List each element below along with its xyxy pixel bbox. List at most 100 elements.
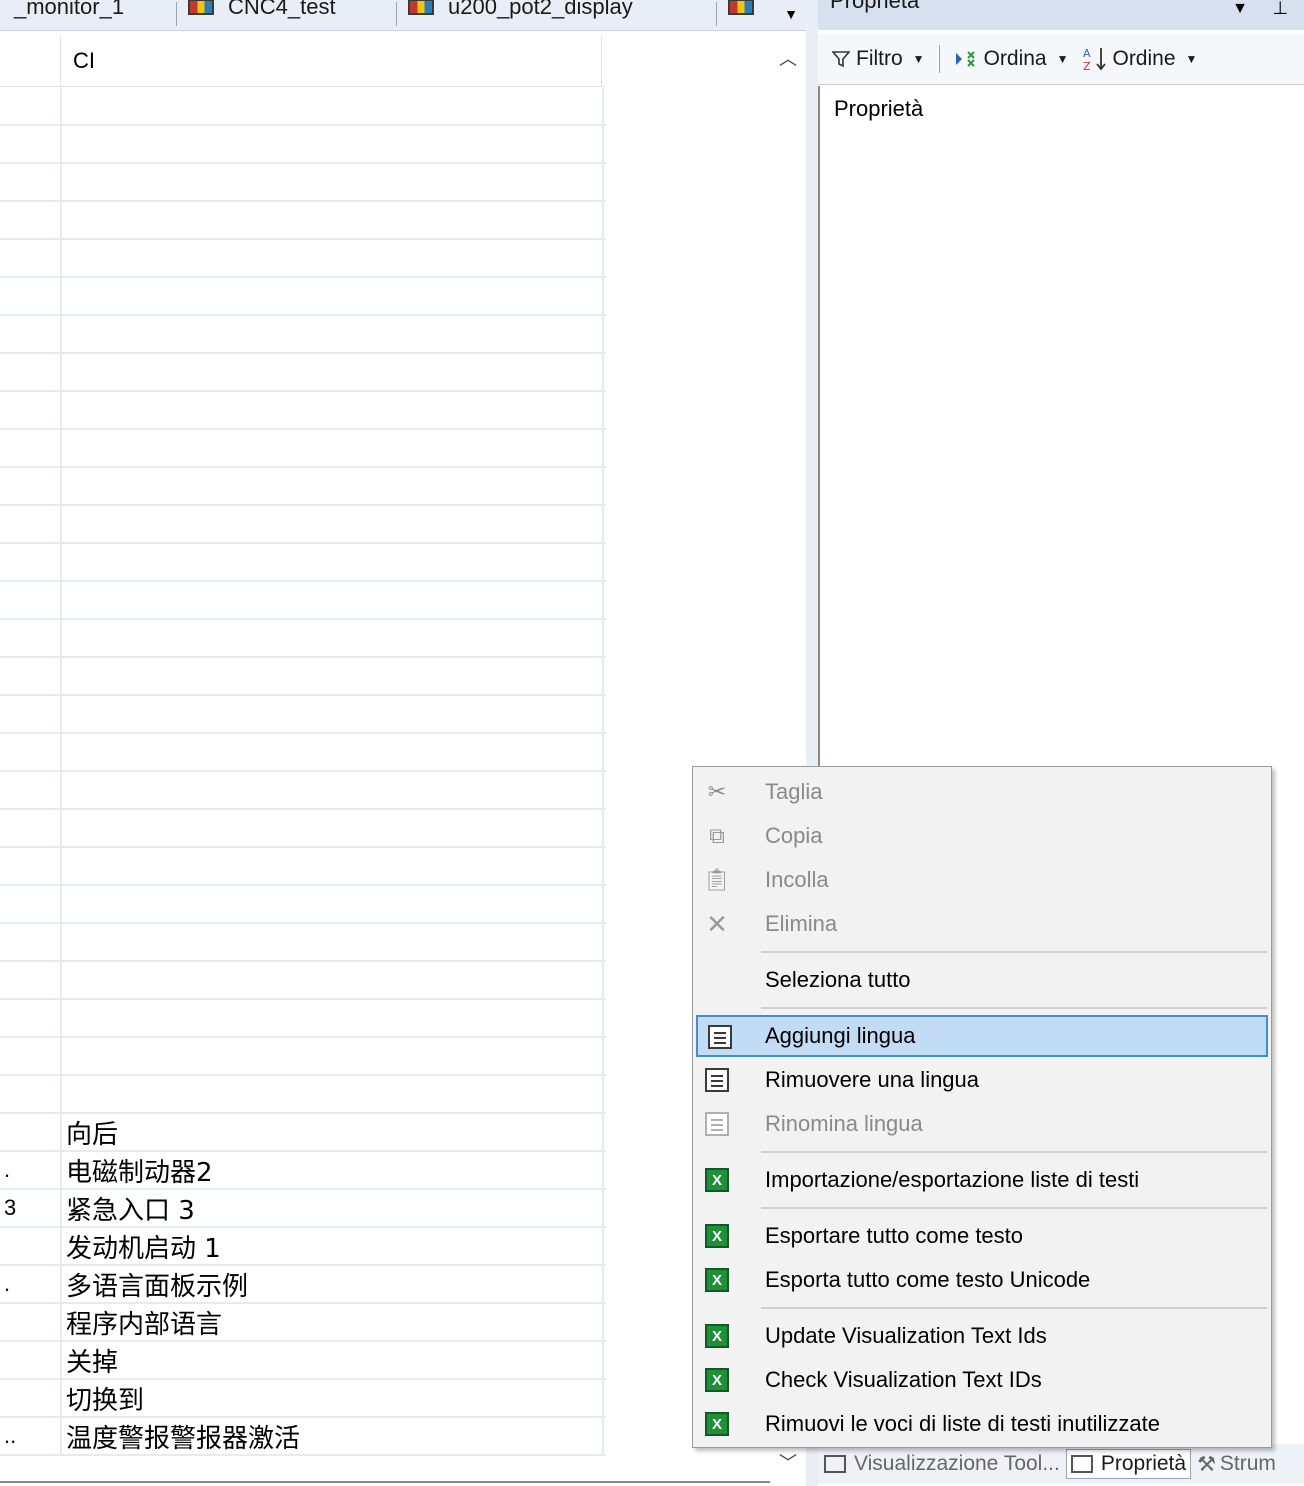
cell-id[interactable]	[0, 848, 60, 884]
cell-id[interactable]	[0, 886, 60, 922]
table-row[interactable]	[0, 202, 606, 240]
cell-id[interactable]	[0, 354, 60, 390]
cell-ci-text[interactable]	[60, 544, 604, 580]
table-row[interactable]	[0, 1076, 606, 1114]
cell-ci-text[interactable]	[60, 620, 604, 656]
menu-item-select-all[interactable]: Seleziona tutto	[695, 960, 1269, 1000]
table-row[interactable]	[0, 1000, 606, 1038]
table-row[interactable]	[0, 278, 606, 316]
table-row[interactable]: 3 紧急入口 3	[0, 1190, 606, 1228]
cell-ci-text[interactable]	[60, 1076, 604, 1112]
menu-item-paste[interactable]: 📋︎ Incolla	[695, 860, 1269, 900]
menu-item-rename-language[interactable]: Rinomina lingua	[695, 1104, 1269, 1144]
cell-id[interactable]	[0, 1342, 60, 1378]
table-row[interactable]	[0, 962, 606, 1000]
cell-id[interactable]	[0, 924, 60, 960]
table-row[interactable]	[0, 392, 606, 430]
filter-button[interactable]: Filtro ▼	[832, 47, 925, 71]
tab-properties[interactable]: Proprietà	[1065, 1449, 1192, 1479]
table-row[interactable]: 发动机启动 1	[0, 1228, 606, 1266]
cell-id[interactable]	[0, 658, 60, 694]
cell-ci-text[interactable]	[60, 1000, 604, 1036]
cell-id[interactable]	[0, 316, 60, 352]
cell-id[interactable]	[0, 1228, 60, 1264]
pin-icon[interactable]: ⊥	[1272, 0, 1288, 19]
cell-id[interactable]	[0, 1380, 60, 1416]
table-row[interactable]	[0, 126, 606, 164]
cell-ci-text[interactable]	[60, 886, 604, 922]
sort-button[interactable]: Ordina ▼	[954, 47, 1068, 71]
table-row[interactable]	[0, 924, 606, 962]
table-row[interactable]	[0, 164, 606, 202]
table-row[interactable]: 切换到	[0, 1380, 606, 1418]
cell-ci-text[interactable]	[60, 696, 604, 732]
table-row[interactable]	[0, 886, 606, 924]
table-row[interactable]	[0, 430, 606, 468]
cell-ci-text[interactable]	[60, 962, 604, 998]
menu-item-copy[interactable]: ⧉ Copia	[695, 816, 1269, 856]
doc-tab-cnc4-test[interactable]: CNC4_test	[188, 0, 336, 26]
cell-ci-text[interactable]	[60, 126, 604, 162]
cell-id[interactable]: 3	[0, 1190, 60, 1226]
cell-id[interactable]	[0, 734, 60, 770]
cell-ci-text[interactable]	[60, 430, 604, 466]
table-row[interactable]: 程序内部语言	[0, 1304, 606, 1342]
menu-item-export-all-unicode[interactable]: X Esporta tutto come testo Unicode	[695, 1260, 1269, 1300]
doc-tab-u200-pot2-display[interactable]: u200_pot2_display	[408, 0, 633, 26]
table-row[interactable]: . 多语言面板示例	[0, 1266, 606, 1304]
menu-item-remove-language[interactable]: Rimuovere una lingua	[695, 1060, 1269, 1100]
doc-tab-monitor[interactable]: _monitor_1	[14, 0, 124, 26]
menu-item-import-export-text-lists[interactable]: X Importazione/esportazione liste di tes…	[695, 1160, 1269, 1200]
table-row[interactable]	[0, 734, 606, 772]
cell-id[interactable]	[0, 1000, 60, 1036]
table-row[interactable]	[0, 772, 606, 810]
table-row[interactable]: . 电磁制动器2	[0, 1152, 606, 1190]
cell-ci-text[interactable]	[60, 1038, 604, 1074]
tab-tools[interactable]: ⚒ Strum	[1197, 1452, 1276, 1477]
cell-id[interactable]: .	[0, 1152, 60, 1188]
menu-item-add-language[interactable]: Aggiungi lingua	[696, 1015, 1268, 1057]
cell-id[interactable]	[0, 1114, 60, 1150]
cell-ci-text[interactable]	[60, 202, 604, 238]
cell-id[interactable]	[0, 88, 60, 124]
menu-item-remove-unused-text-list-entries[interactable]: X Rimuovi le voci di liste di testi inut…	[695, 1404, 1269, 1444]
cell-id[interactable]	[0, 468, 60, 504]
menu-item-cut[interactable]: ✂ Taglia	[695, 772, 1269, 812]
table-row[interactable]: .. 温度警报警报器激活	[0, 1418, 606, 1456]
cell-id[interactable]	[0, 582, 60, 618]
table-row[interactable]	[0, 848, 606, 886]
tab-visualization-toolbox[interactable]: Visualizzazione Tool...	[824, 1452, 1060, 1476]
table-row[interactable]: 关掉	[0, 1342, 606, 1380]
doc-tab-more[interactable]	[728, 0, 768, 26]
cell-ci-text[interactable]	[60, 658, 604, 694]
menu-item-update-visualization-text-ids[interactable]: X Update Visualization Text Ids	[695, 1316, 1269, 1356]
cell-id[interactable]	[0, 962, 60, 998]
cell-id[interactable]	[0, 544, 60, 580]
cell-id[interactable]	[0, 772, 60, 808]
table-row[interactable]	[0, 696, 606, 734]
cell-ci-text[interactable]: 温度警报警报器激活	[60, 1418, 604, 1454]
tab-list-dropdown[interactable]: ▼	[780, 2, 802, 26]
cell-ci-text[interactable]	[60, 506, 604, 542]
cell-ci-text[interactable]	[60, 772, 604, 808]
cell-ci-text[interactable]: 程序内部语言	[60, 1304, 604, 1340]
cell-id[interactable]	[0, 430, 60, 466]
table-row[interactable]	[0, 316, 606, 354]
cell-ci-text[interactable]	[60, 164, 604, 200]
cell-ci-text[interactable]: 发动机启动 1	[60, 1228, 604, 1264]
cell-id[interactable]	[0, 620, 60, 656]
cell-id[interactable]	[0, 506, 60, 542]
cell-ci-text[interactable]: 电磁制动器2	[60, 1152, 604, 1188]
table-row[interactable]	[0, 468, 606, 506]
order-button[interactable]: AZ Ordine ▼	[1082, 46, 1197, 72]
cell-id[interactable]	[0, 392, 60, 428]
cell-id[interactable]	[0, 1076, 60, 1112]
cell-ci-text[interactable]: 紧急入口 3	[60, 1190, 604, 1226]
table-row[interactable]	[0, 354, 606, 392]
cell-id[interactable]	[0, 696, 60, 732]
scroll-down-button[interactable]: ﹀	[770, 1448, 806, 1476]
cell-ci-text[interactable]	[60, 468, 604, 504]
cell-ci-text[interactable]	[60, 924, 604, 960]
menu-item-export-all-text[interactable]: X Esportare tutto come testo	[695, 1216, 1269, 1256]
cell-ci-text[interactable]: 关掉	[60, 1342, 604, 1378]
